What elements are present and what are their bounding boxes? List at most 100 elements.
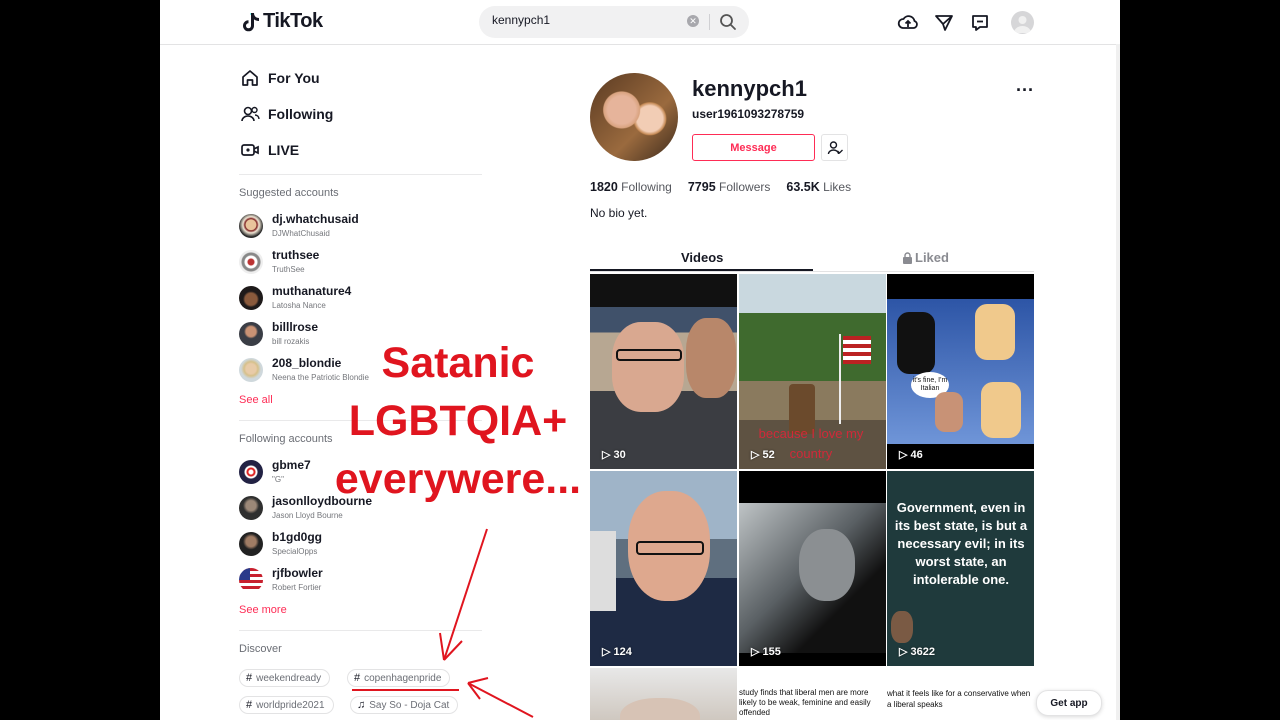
stat-value: 1820 xyxy=(590,180,618,194)
thumb-glasses xyxy=(636,541,704,555)
messages-icon[interactable] xyxy=(969,12,991,34)
top-header: TikTok ✕ xyxy=(160,0,1120,45)
video-views: ▷ 155 xyxy=(751,645,781,659)
thumb-sign xyxy=(590,531,616,611)
video-thumbnail[interactable]: ▷ 124 xyxy=(590,471,737,666)
stat-following[interactable]: 1820 Following xyxy=(590,180,672,194)
arrow-left-icon xyxy=(467,677,534,718)
video-thumbnail[interactable] xyxy=(590,668,737,720)
suggested-account-item[interactable]: truthsee TruthSee xyxy=(239,248,482,280)
music-note-icon: ♫ xyxy=(357,699,366,711)
profile-user-id: user1961093278759 xyxy=(692,107,805,121)
thumb-face xyxy=(686,318,736,398)
page-scrollbar[interactable] xyxy=(1116,44,1120,720)
annotation-text: Satanic LGBTQIA+ everywere... xyxy=(318,334,598,508)
thumb-face xyxy=(799,529,855,601)
tag-label: worldpride2021 xyxy=(256,699,325,711)
views-count: 124 xyxy=(613,645,632,658)
tag-label: weekendready xyxy=(256,672,322,684)
annotation-line: LGBTQIA+ xyxy=(348,397,568,445)
inbox-send-icon[interactable] xyxy=(933,12,955,34)
thumb-cartoon xyxy=(897,312,935,374)
avatar xyxy=(239,358,263,382)
avatar xyxy=(239,286,263,310)
sidebar-divider xyxy=(239,174,482,175)
tabs-divider xyxy=(590,271,1034,272)
avatar xyxy=(239,250,263,274)
tab-label: Liked xyxy=(915,250,949,265)
hashtag-icon: # xyxy=(354,672,361,684)
see-all-link[interactable]: See all xyxy=(239,394,273,406)
tiktok-logo[interactable]: TikTok xyxy=(242,10,323,33)
stat-value: 7795 xyxy=(687,180,716,194)
logo-text: TikTok xyxy=(263,10,323,32)
account-username: b1gd0gg xyxy=(272,530,322,544)
upload-icon[interactable] xyxy=(897,12,919,34)
stat-value: 63.5K xyxy=(786,180,820,194)
tab-videos[interactable]: Videos xyxy=(681,250,723,265)
account-display-name: bill rozakis xyxy=(272,337,310,346)
account-display-name: SpecialOpps xyxy=(272,547,318,556)
suggested-accounts-title: Suggested accounts xyxy=(239,187,339,199)
video-views: ▷ 3622 xyxy=(899,645,935,659)
avatar xyxy=(239,496,263,520)
suggested-account-item[interactable]: muthanature4 Latosha Nance xyxy=(239,284,482,316)
hashtag-icon: # xyxy=(246,699,253,711)
annotation-line: Satanic xyxy=(381,339,535,387)
account-display-name: Jason Lloyd Bourne xyxy=(272,511,343,520)
search-input[interactable] xyxy=(490,12,674,28)
clear-search-icon[interactable]: ✕ xyxy=(687,15,699,27)
thumb-portrait xyxy=(891,611,913,643)
video-thumbnail[interactable]: ▷ 30 xyxy=(590,274,737,469)
video-views: ▷ 52 xyxy=(751,448,775,462)
video-thumbnail[interactable]: what it feels like for a conservative wh… xyxy=(887,668,1034,720)
views-count: 155 xyxy=(762,645,781,658)
flag-canton xyxy=(239,568,250,580)
thumb-cartoon xyxy=(975,304,1015,360)
see-more-link[interactable]: See more xyxy=(239,604,287,616)
discover-tag[interactable]: # worldpride2021 xyxy=(239,696,334,714)
account-display-name: DJWhatChusaid xyxy=(272,229,330,238)
user-avatar[interactable] xyxy=(1011,11,1034,34)
stat-likes: 63.5K Likes xyxy=(786,180,851,194)
thumb-face xyxy=(612,322,684,412)
stat-followers[interactable]: 7795 Followers xyxy=(688,180,771,194)
account-username: muthanature4 xyxy=(272,284,352,298)
thumb-glasses xyxy=(616,349,682,361)
search-bar: ✕ xyxy=(479,6,749,38)
profile-stats: 1820 Following 7795 Followers 63.5K Like… xyxy=(590,180,851,194)
avatar xyxy=(239,214,263,238)
video-thumbnail[interactable]: study finds that liberal men are more li… xyxy=(739,668,886,720)
video-thumbnail[interactable]: it's fine, I'm Italian ▷ 46 xyxy=(887,274,1034,469)
avatar xyxy=(239,568,263,592)
video-thumbnail[interactable]: ▷ 155 xyxy=(739,471,886,666)
live-icon xyxy=(241,144,259,156)
more-options-icon[interactable]: ··· xyxy=(1016,80,1034,101)
message-button[interactable]: Message xyxy=(692,134,815,161)
account-username: billlrose xyxy=(272,320,319,334)
suggested-account-item[interactable]: dj.whatchusaid DJWhatChusaid xyxy=(239,212,482,244)
users-icon xyxy=(241,106,260,122)
discover-title: Discover xyxy=(239,643,282,655)
nav-label: For You xyxy=(268,70,320,86)
search-icon[interactable] xyxy=(719,13,737,31)
account-username: truthsee xyxy=(272,248,320,262)
play-icon: ▷ xyxy=(602,449,611,461)
video-thumbnail[interactable]: because I love my country ▷ 52 xyxy=(739,274,886,469)
annotation-line: everywere... xyxy=(334,455,582,503)
tab-liked[interactable]: Liked xyxy=(902,250,949,265)
stat-label: Following xyxy=(621,180,672,194)
discover-tag[interactable]: # weekendready xyxy=(239,669,331,687)
video-thumbnail[interactable]: Government, even in its best state, is b… xyxy=(887,471,1034,666)
nav-for-you[interactable]: For You xyxy=(240,68,320,88)
get-app-button[interactable]: Get app xyxy=(1036,690,1102,716)
thumb-face xyxy=(935,392,963,432)
account-username: rjfbowler xyxy=(272,566,323,580)
profile-bio: No bio yet. xyxy=(590,206,648,220)
nav-following[interactable]: Following xyxy=(240,104,333,124)
tiktok-note-icon xyxy=(243,12,259,31)
nav-live[interactable]: LIVE xyxy=(240,140,299,160)
video-overlay-text: what it feels like for a conservative wh… xyxy=(887,689,1031,709)
suggested-follow-button[interactable] xyxy=(821,134,848,161)
account-display-name: TruthSee xyxy=(272,265,305,274)
